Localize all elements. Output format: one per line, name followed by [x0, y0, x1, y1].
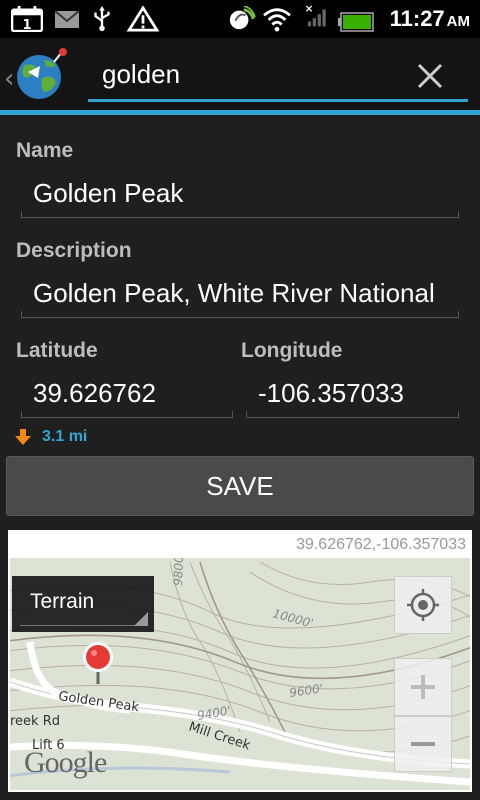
clear-search-icon[interactable] — [410, 56, 450, 96]
selector-underline — [20, 625, 146, 626]
longitude-label: Longitude — [241, 339, 343, 362]
warning-icon — [126, 6, 160, 32]
calendar-icon: 1 — [10, 6, 44, 32]
svg-text:9800: 9800 — [171, 555, 186, 586]
name-field[interactable]: Golden Peak — [21, 172, 459, 218]
name-label: Name — [16, 139, 74, 162]
map-view[interactable]: 9800 10000' 9600' 9400' Golden Peak reek… — [8, 530, 472, 792]
map-type-selector[interactable]: Terrain — [12, 576, 154, 632]
crosshair-icon — [407, 589, 439, 621]
distance-indicator: 3.1 mi — [14, 428, 87, 446]
battery-icon — [338, 12, 374, 32]
back-chevron-icon[interactable]: ‹ — [4, 64, 14, 94]
my-location-button[interactable] — [394, 576, 452, 634]
latitude-field[interactable]: 39.626762 — [21, 372, 233, 418]
description-label: Description — [16, 239, 132, 262]
zoom-out-button[interactable] — [394, 716, 452, 772]
clock: 11:27 AM — [389, 6, 470, 31]
longitude-field[interactable]: -106.357033 — [246, 372, 459, 418]
svg-text:×: × — [305, 3, 314, 15]
svg-text:reek Rd: reek Rd — [10, 714, 60, 729]
status-bar: 1 × 11:27 AM — [0, 0, 480, 38]
action-bar-divider — [0, 110, 480, 115]
sync-icon — [229, 6, 256, 30]
google-logo: Google — [24, 746, 107, 779]
description-field[interactable]: Golden Peak, White River National — [21, 272, 459, 318]
map-type-label: Terrain — [30, 590, 95, 613]
save-button[interactable]: SAVE — [6, 456, 474, 516]
gmail-icon — [54, 10, 80, 28]
plus-icon — [411, 675, 435, 699]
coords-readout: 39.626762,-106.357033 — [10, 532, 470, 558]
signal-icon: × — [305, 3, 326, 27]
usb-icon — [94, 6, 110, 32]
minus-icon — [411, 742, 435, 746]
zoom-in-button[interactable] — [394, 658, 452, 716]
arrow-down-icon — [15, 429, 31, 445]
app-globe-icon[interactable] — [14, 48, 68, 102]
dropdown-corner-icon — [134, 612, 148, 626]
svg-text:1: 1 — [22, 18, 31, 32]
distance-value: 3.1 mi — [42, 428, 88, 446]
latitude-label: Latitude — [16, 339, 98, 362]
wifi-icon — [263, 8, 291, 32]
